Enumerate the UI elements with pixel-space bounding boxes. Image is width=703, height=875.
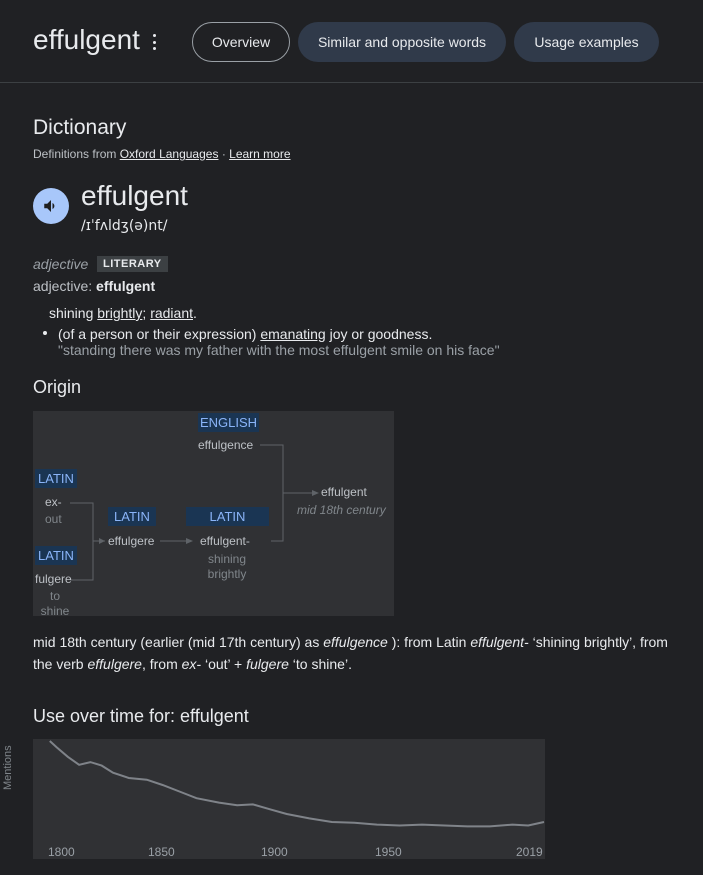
definition-1: shining brightly; radiant. <box>49 305 197 321</box>
origin-text-6: ‘to shine’. <box>288 656 352 672</box>
latin-gloss-out: out <box>45 512 62 526</box>
usage-chart <box>33 739 545 859</box>
speaker-icon <box>44 200 55 212</box>
brightly-link[interactable]: brightly <box>97 305 142 321</box>
origin-text-2: ): from Latin <box>387 634 471 650</box>
source-prefix: Definitions from <box>33 147 117 161</box>
source-separator: · <box>221 147 226 161</box>
origin-text-4: , from <box>141 656 182 672</box>
def1-pre: shining <box>49 305 98 321</box>
oxford-languages-link[interactable]: Oxford Languages <box>120 147 219 161</box>
origin-italic-2: effulgent- <box>470 634 529 650</box>
origin-title: Origin <box>33 377 82 397</box>
bullet <box>43 331 47 335</box>
learn-more-link[interactable]: Learn more <box>229 147 290 161</box>
usage-title: Use over time for: effulgent <box>33 706 249 726</box>
chart-ylabel: Mentions <box>2 745 14 790</box>
phonetic: /ɪˈfʌldʒ(ə)nt/ <box>81 218 168 234</box>
pos-line: adjective: effulgent <box>33 278 155 294</box>
usage-chart-svg <box>49 740 545 828</box>
latin-tag-4: LATIN <box>186 507 269 526</box>
origin-italic-5: fulgere <box>246 656 289 672</box>
origin-italic-1: effulgence <box>323 634 388 650</box>
latin-gloss-shining: shining <box>207 552 247 566</box>
latin-word-ex: ex- <box>45 495 62 509</box>
part-of-speech: adjective <box>33 256 89 272</box>
latin-gloss-brightly: brightly <box>207 567 247 581</box>
origin-text-5: ‘out’ + <box>201 656 247 672</box>
header-bar: effulgent Overview Similar and opposite … <box>0 0 703 83</box>
tab-usage-examples[interactable]: Usage examples <box>514 22 659 62</box>
x-tick-label: 1900 <box>261 845 288 859</box>
latin-word-effulgere: effulgere <box>108 534 155 548</box>
origin-italic-4: ex- <box>181 656 202 672</box>
pos-line-word: effulgent <box>96 278 156 294</box>
headword: effulgent <box>81 180 188 211</box>
def2-pre: (of a person or their expression) <box>58 326 261 342</box>
word-title: effulgent <box>33 24 140 55</box>
usage-series-line <box>49 740 545 828</box>
x-tick-label: 2019 <box>516 845 543 859</box>
latin-gloss-shine: shine <box>40 604 70 616</box>
def2-post: joy or goodness. <box>325 326 433 342</box>
english-tag: ENGLISH <box>198 413 259 432</box>
english-word: effulgence <box>198 438 254 452</box>
latin-gloss-to: to <box>49 589 60 603</box>
latin-tag-3: LATIN <box>108 507 156 526</box>
radiant-link[interactable]: radiant <box>150 305 193 321</box>
example-sentence: "standing there was my father with the m… <box>58 342 500 358</box>
origin-paragraph: mid 18th century (earlier (mid 17th cent… <box>33 631 678 675</box>
emanating-link[interactable]: emanating <box>260 326 325 342</box>
result-date: mid 18th century <box>297 503 386 517</box>
def1-post: . <box>193 305 197 321</box>
latin-word-fulgere: fulgere <box>35 572 72 586</box>
register-badge: LITERARY <box>97 256 168 272</box>
x-tick-label: 1800 <box>48 845 75 859</box>
etymology-diagram: ENGLISH effulgence LATIN ex- out LATIN f… <box>33 411 394 616</box>
x-tick-label: 1850 <box>148 845 175 859</box>
latin-word-effulgent: effulgent- <box>200 534 250 548</box>
definition-2: (of a person or their expression) emanat… <box>58 326 432 342</box>
tab-overview[interactable]: Overview <box>192 22 290 62</box>
origin-italic-3: effulgere <box>87 656 142 672</box>
latin-tag-2: LATIN <box>35 546 77 565</box>
origin-text-1: mid 18th century (earlier (mid 17th cent… <box>33 634 324 650</box>
latin-tag-1: LATIN <box>35 469 77 488</box>
dictionary-title: Dictionary <box>33 116 127 139</box>
result-word: effulgent <box>321 485 367 499</box>
source-line: Definitions from Oxford Languages · Lear… <box>33 147 291 161</box>
x-tick-label: 1950 <box>375 845 402 859</box>
more-options-icon[interactable] <box>151 34 157 50</box>
pos-line-label: adjective: <box>33 278 93 294</box>
pronunciation-button[interactable] <box>33 188 69 224</box>
tab-similar-opposite[interactable]: Similar and opposite words <box>298 22 506 62</box>
